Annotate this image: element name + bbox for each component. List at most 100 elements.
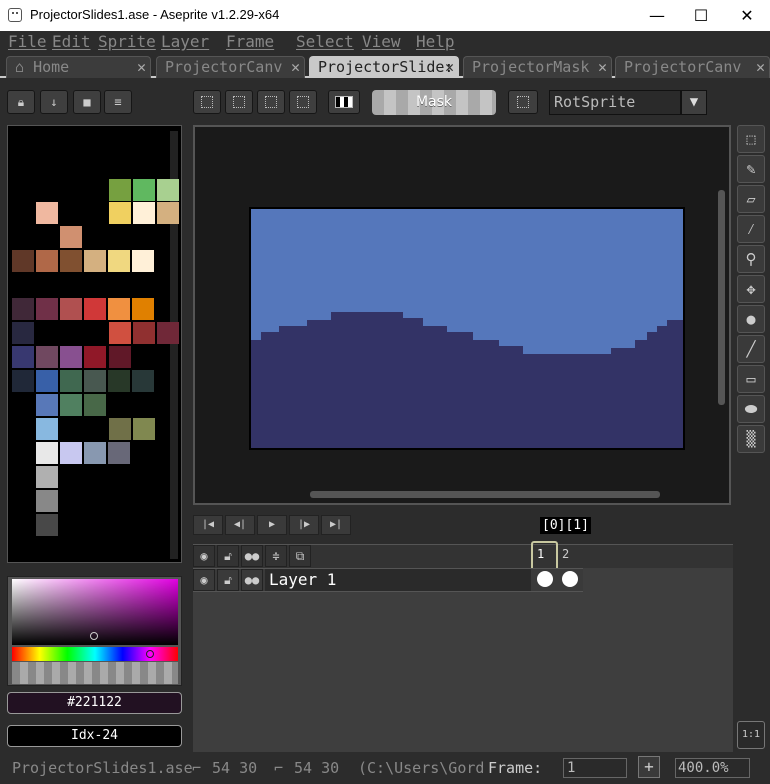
- palette-lock-button[interactable]: 🔒︎: [7, 90, 35, 114]
- palette-swatch[interactable]: [36, 298, 58, 320]
- palette-swatch[interactable]: [36, 490, 58, 512]
- play-button[interactable]: ▶: [257, 515, 287, 535]
- palette-swatch[interactable]: [60, 442, 82, 464]
- palette-presets-button[interactable]: ■: [73, 90, 101, 114]
- palette-swatch[interactable]: [109, 202, 131, 224]
- palette-swatch[interactable]: [12, 250, 34, 272]
- horizontal-scrollbar[interactable]: [310, 491, 660, 498]
- tab-home[interactable]: ⌂ Home ✕: [6, 56, 151, 78]
- palette-swatch[interactable]: [108, 298, 130, 320]
- mask-color-button[interactable]: Mask: [372, 90, 496, 115]
- chevron-down-icon[interactable]: ▼: [681, 90, 707, 115]
- palette-swatch[interactable]: [109, 346, 131, 368]
- palette-swatch[interactable]: [84, 394, 106, 416]
- tab-projector-mask[interactable]: ProjectorMask ✕: [463, 56, 612, 78]
- palette-swatch[interactable]: [12, 322, 34, 344]
- close-tab-icon[interactable]: ✕: [756, 57, 765, 77]
- continuous-header-button[interactable]: ●●: [241, 545, 263, 567]
- close-tab-icon[interactable]: ✕: [137, 57, 146, 77]
- palette-swatch[interactable]: [60, 370, 82, 392]
- palette-swatch[interactable]: [12, 370, 34, 392]
- contour-tool[interactable]: ⬬: [737, 395, 765, 423]
- lock-header-button[interactable]: 🔓︎: [217, 545, 239, 567]
- palette-swatch[interactable]: [36, 202, 58, 224]
- zoom-level-input[interactable]: 400.0%: [675, 758, 750, 778]
- close-tab-icon[interactable]: ✕: [445, 57, 454, 77]
- palette-swatch[interactable]: [157, 179, 179, 201]
- marquee-tool[interactable]: ⬚: [737, 125, 765, 153]
- palette-swatch[interactable]: [109, 179, 131, 201]
- selection-replace-button[interactable]: [193, 90, 221, 114]
- palette-swatch[interactable]: [36, 514, 58, 536]
- palette-options-button[interactable]: ≡: [104, 90, 132, 114]
- close-tab-icon[interactable]: ✕: [291, 57, 300, 77]
- sv-cursor[interactable]: [90, 632, 98, 640]
- palette-swatch[interactable]: [60, 226, 82, 248]
- layer-lock-toggle[interactable]: 🔓︎: [217, 569, 239, 591]
- palette-swatch[interactable]: [132, 298, 154, 320]
- zoom-one-to-one-button[interactable]: 1:1: [737, 721, 765, 749]
- palette-swatch[interactable]: [60, 250, 82, 272]
- palette-swatch[interactable]: [157, 322, 179, 344]
- rotation-algorithm-select[interactable]: RotSprite: [549, 90, 681, 115]
- palette-swatch[interactable]: [84, 298, 106, 320]
- frame-number-input[interactable]: 1: [563, 758, 627, 778]
- prev-frame-button[interactable]: ◀|: [225, 515, 255, 535]
- palette-swatch[interactable]: [36, 346, 58, 368]
- fill-tool[interactable]: ●: [737, 305, 765, 333]
- timeline-body[interactable]: [193, 568, 733, 752]
- palette-sort-button[interactable]: ↓: [40, 90, 68, 114]
- tab-projector-slides[interactable]: ProjectorSlide: ✕: [309, 56, 459, 78]
- cel-frame-2[interactable]: [562, 571, 578, 587]
- palette-swatch[interactable]: [109, 418, 131, 440]
- new-frame-button[interactable]: +: [638, 756, 660, 778]
- close-window-button[interactable]: ✕: [724, 0, 770, 31]
- menu-sprite[interactable]: Sprite: [98, 32, 156, 51]
- palette-swatch[interactable]: [36, 442, 58, 464]
- line-tool[interactable]: ╱: [737, 335, 765, 363]
- vertical-scrollbar[interactable]: [718, 190, 725, 405]
- blur-tool[interactable]: ▒: [737, 425, 765, 453]
- menu-view[interactable]: View: [362, 32, 401, 51]
- minimize-button[interactable]: —: [634, 0, 680, 31]
- palette-swatch[interactable]: [36, 394, 58, 416]
- last-frame-button[interactable]: ▶|: [321, 515, 351, 535]
- selection-intersect-button[interactable]: [289, 90, 317, 114]
- rectangle-tool[interactable]: ▭: [737, 365, 765, 393]
- palette-swatch[interactable]: [60, 298, 82, 320]
- hex-color-field[interactable]: #221122: [7, 692, 182, 714]
- close-tab-icon[interactable]: ✕: [598, 57, 607, 77]
- menu-edit[interactable]: Edit: [52, 32, 91, 51]
- palette-swatch[interactable]: [108, 250, 130, 272]
- hue-cursor[interactable]: [146, 650, 154, 658]
- palette-swatch[interactable]: [84, 346, 106, 368]
- palette-swatch[interactable]: [36, 370, 58, 392]
- palette-swatch[interactable]: [84, 442, 106, 464]
- layers-header-button[interactable]: ≑: [265, 545, 287, 567]
- palette-swatch[interactable]: [36, 250, 58, 272]
- tab-projector-canvas-2[interactable]: ProjectorCanv ✕: [615, 56, 770, 78]
- onion-skin-button[interactable]: ⧉: [289, 545, 311, 567]
- palette-swatch[interactable]: [133, 179, 155, 201]
- menu-layer[interactable]: Layer: [161, 32, 209, 51]
- alpha-slider[interactable]: [12, 662, 178, 684]
- palette-swatch[interactable]: [133, 418, 155, 440]
- maximize-button[interactable]: ☐: [678, 0, 724, 31]
- palette-swatch[interactable]: [108, 442, 130, 464]
- menu-file[interactable]: File: [8, 32, 47, 51]
- visibility-header-button[interactable]: ◉: [193, 545, 215, 567]
- eyedropper-tool[interactable]: ⁄: [737, 215, 765, 243]
- cel-frame-1[interactable]: [537, 571, 553, 587]
- frame-header-1[interactable]: 1: [537, 547, 544, 561]
- palette-swatch[interactable]: [132, 250, 154, 272]
- layer-visibility-toggle[interactable]: ◉: [193, 569, 215, 591]
- palette-swatch[interactable]: [12, 346, 34, 368]
- eraser-tool[interactable]: ▱: [737, 185, 765, 213]
- pivot-button[interactable]: [508, 90, 538, 114]
- palette-swatch[interactable]: [12, 298, 34, 320]
- palette-swatch[interactable]: [133, 322, 155, 344]
- transparent-color-button[interactable]: [328, 90, 360, 114]
- palette-swatch[interactable]: [84, 250, 106, 272]
- menu-frame[interactable]: Frame: [226, 32, 274, 51]
- palette-swatch[interactable]: [133, 202, 155, 224]
